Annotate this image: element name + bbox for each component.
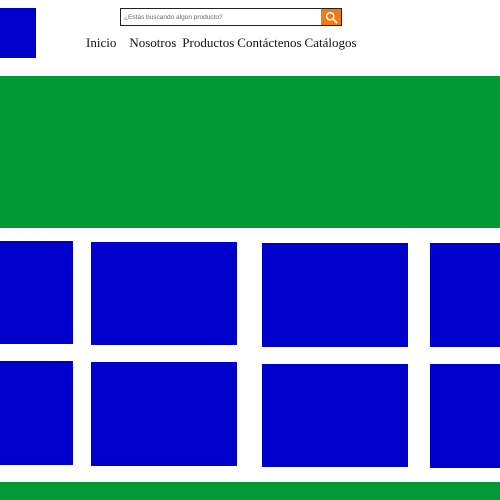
page: Inicio Nosotros Productos Contáctenos Ca… (0, 0, 500, 500)
product-tile[interactable] (0, 241, 73, 344)
hero-banner (0, 76, 500, 228)
search-icon (325, 11, 337, 23)
product-tile[interactable] (430, 364, 500, 468)
nav-item-productos[interactable]: Productos (182, 35, 234, 51)
search-bar (120, 8, 342, 26)
product-tile[interactable] (0, 361, 73, 465)
nav-item-contactenos[interactable]: Contáctenos (237, 35, 301, 51)
product-tile[interactable] (262, 364, 408, 467)
product-tile[interactable] (91, 362, 237, 466)
main-nav: Inicio Nosotros Productos Contáctenos Ca… (86, 35, 357, 51)
product-tile[interactable] (430, 243, 500, 347)
product-tile[interactable] (91, 242, 237, 345)
search-input[interactable] (121, 9, 321, 25)
site-logo[interactable] (0, 8, 36, 58)
search-button[interactable] (321, 9, 341, 25)
product-tile[interactable] (262, 243, 408, 347)
nav-item-inicio[interactable]: Inicio (86, 35, 116, 51)
nav-item-nosotros[interactable]: Nosotros (129, 35, 176, 51)
nav-item-catalogos[interactable]: Catálogos (305, 35, 357, 51)
footer-band (0, 482, 500, 500)
